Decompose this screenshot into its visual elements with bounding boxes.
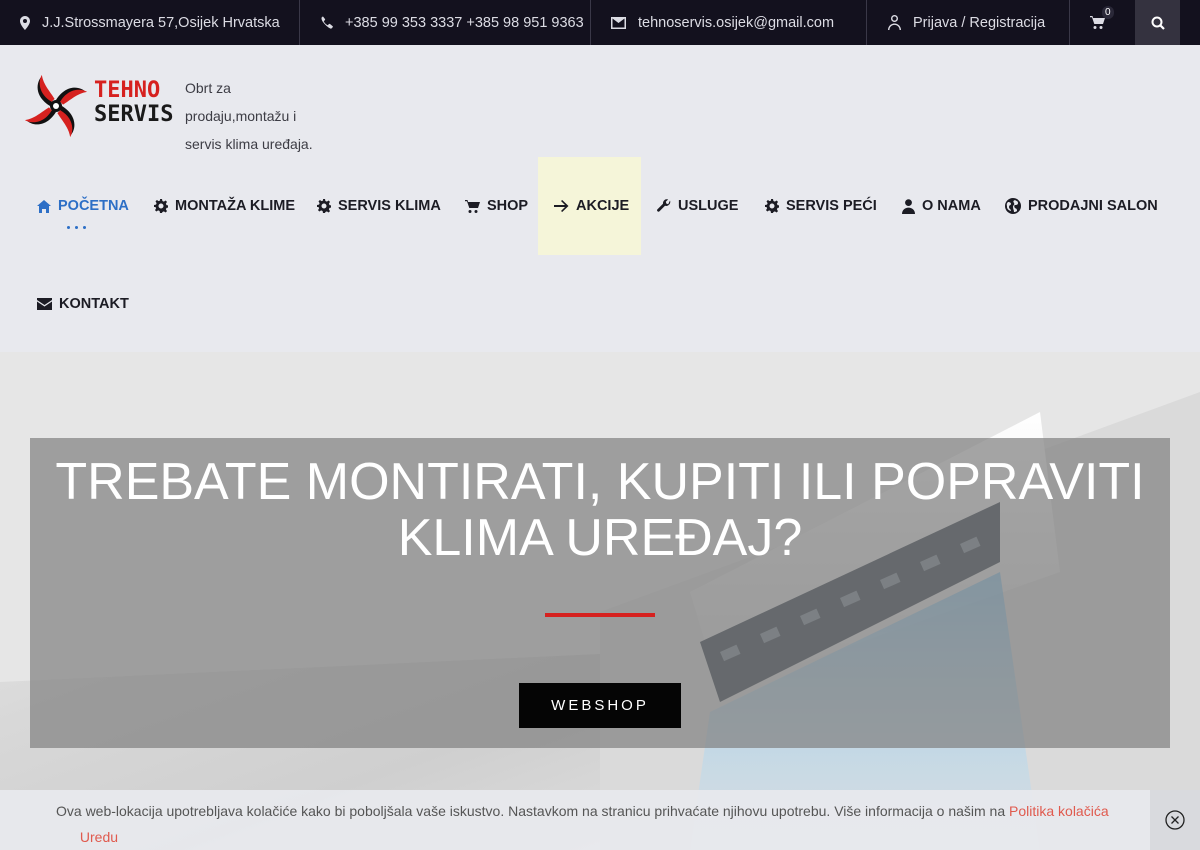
cookie-text-block: Ova web-lokacija upotrebljava kolačiće k… [56,798,1116,850]
nav-item-label: USLUGE [678,198,739,214]
divider [590,0,591,45]
cookie-policy-link[interactable]: Politika kolačića [1009,803,1109,819]
gear-icon [765,199,779,213]
phone-icon [321,16,333,29]
home-icon [37,199,51,213]
nav-item-label: SERVIS PEĆI [786,198,877,214]
site-tagline: Obrt za prodaju,montažu i servis klima u… [185,80,313,152]
cart-button[interactable] [1090,0,1105,45]
cart-icon [1090,16,1105,29]
nav-item-label: AKCIJE [576,198,630,214]
site-logo[interactable]: TEHNO SERVIS [22,72,174,138]
cookie-message: Ova web-lokacija upotrebljava kolačiće k… [56,803,1006,819]
address-text: J.J.Strossmayera 57,Osijek Hrvatska [42,14,280,31]
cookie-notice: Ova web-lokacija upotrebljava kolačiće k… [0,790,1200,850]
cart-count-badge: 0 [1102,6,1114,19]
logo-text-bottom: SERVIS [94,102,174,127]
logo-text-top: TEHNO [94,78,161,103]
gear-icon [154,199,168,213]
nav-item-prodajni-salon[interactable]: PRODAJNI SALON [1005,157,1158,255]
nav-item-label: PRODAJNI SALON [1028,198,1158,214]
close-icon [1165,810,1185,830]
nav-item-kontakt[interactable]: KONTAKT [37,255,129,353]
nav-item-label: MONTAŽA KLIME [175,198,296,214]
search-button[interactable] [1135,0,1180,45]
search-icon [1151,16,1165,30]
globe-icon [1005,198,1021,214]
nav-item-label: POČETNA [58,198,129,214]
envelope-icon [611,16,626,29]
active-indicator [67,226,86,229]
nav-item-servis-peci[interactable]: SERVIS PEĆI [765,157,877,255]
nav-item-shop[interactable]: SHOP [465,157,528,255]
divider [866,0,867,45]
cookie-accept-button[interactable]: Uredu [80,829,118,845]
user-icon [902,198,915,214]
gear-icon [317,199,331,213]
arrow-right-icon [554,200,569,212]
wrench-icon [657,199,671,212]
nav-item-servis-klima[interactable]: SERVIS KLIMA [317,157,441,255]
nav-item-o-nama[interactable]: O NAMA [902,157,981,255]
user-icon [888,15,901,30]
nav-item-akcije[interactable]: AKCIJE [554,157,629,255]
hero-banner: TREBATE MONTIRATI, KUPITI ILI POPRAVITI … [0,352,1200,850]
webshop-button[interactable]: WEBSHOP [519,683,681,728]
envelope-icon [37,298,52,310]
hero-title: TREBATE MONTIRATI, KUPITI ILI POPRAVITI … [55,453,1145,567]
email-link[interactable]: tehnoservis.osijek@gmail.com [638,15,834,31]
nav-item-pocetna[interactable]: POČETNA [37,157,129,255]
divider [1069,0,1070,45]
account-label[interactable]: Prijava / Registracija [913,15,1045,31]
top-bar: J.J.Strossmayera 57,Osijek Hrvatska +385… [0,0,1200,45]
nav-item-label: KONTAKT [59,296,129,312]
email-info: tehnoservis.osijek@gmail.com [611,0,834,45]
nav-item-montaza-klime[interactable]: MONTAŽA KLIME [154,157,295,255]
cookie-close-button[interactable] [1150,790,1200,850]
hero-divider [545,613,655,617]
nav-item-usluge[interactable]: USLUGE [657,157,738,255]
account-link[interactable]: Prijava / Registracija [888,0,1045,45]
divider [299,0,300,45]
address-info: J.J.Strossmayera 57,Osijek Hrvatska [20,0,280,45]
map-pin-icon [20,15,30,30]
cart-icon [465,199,480,213]
phone-info: +385 99 353 3337 +385 98 951 9363 [320,0,584,45]
nav-item-label: SERVIS KLIMA [338,198,441,214]
phone-numbers[interactable]: +385 99 353 3337 +385 98 951 9363 [345,15,584,31]
nav-item-label: SHOP [487,198,529,214]
nav-item-label: O NAMA [922,198,981,214]
